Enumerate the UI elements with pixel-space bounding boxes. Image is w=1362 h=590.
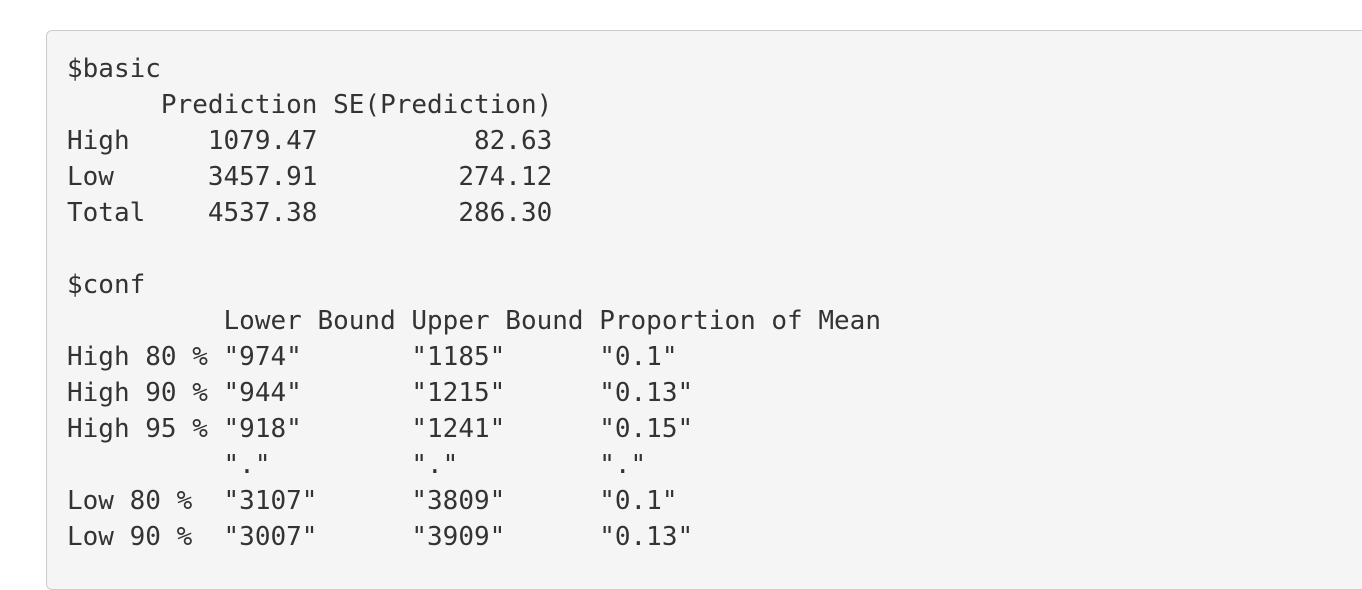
output-line: Lower Bound Upper Bound Proportion of Me… [67,306,881,336]
output-line: "." "." "." [67,450,647,480]
output-line: High 90 % "944" "1215" "0.13" [67,378,694,408]
output-line: Low 80 % "3107" "3809" "0.1" [67,486,678,516]
output-line: High 1079.47 82.63 [67,126,553,156]
code-output-block: $basic Prediction SE(Prediction) High 107… [46,30,1362,590]
output-line: Prediction SE(Prediction) [67,90,553,120]
output-line: $conf [67,270,146,300]
output-line: Low 90 % "3007" "3909" "0.13" [67,522,694,552]
output-line: Low 3457.91 274.12 [67,162,553,192]
output-line: High 80 % "974" "1185" "0.1" [67,342,678,372]
output-line: High 95 % "918" "1241" "0.15" [67,414,694,444]
code-output: $basic Prediction SE(Prediction) High 107… [67,51,881,555]
output-line: Total 4537.38 286.30 [67,198,553,228]
output-line: $basic [67,54,161,84]
